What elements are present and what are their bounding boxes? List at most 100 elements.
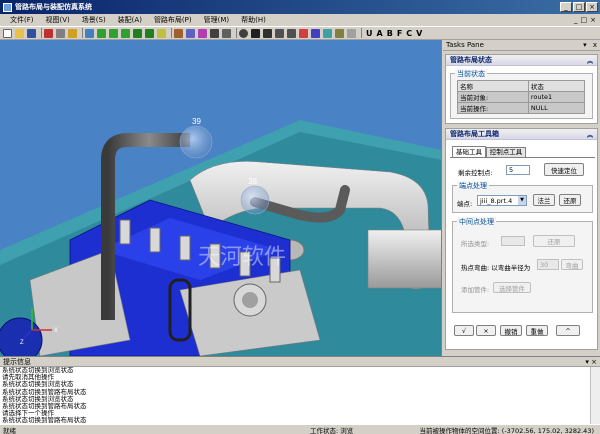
message-scrollbar[interactable] (590, 367, 600, 425)
3d-viewport[interactable]: 39 38 天河软件 X Z (0, 40, 442, 356)
watermark: 天河软件 (198, 245, 286, 270)
view-v-button[interactable]: V (416, 29, 422, 38)
cancel-button[interactable]: × (476, 325, 496, 336)
message-list[interactable]: 系统状态切换到浏览状态 请先取消其他操作 系统状态切换到浏览状态 系统状态切换到… (0, 367, 590, 425)
measure-icon[interactable] (335, 28, 344, 38)
gear-icon[interactable] (299, 28, 308, 38)
pause-icon[interactable] (275, 28, 284, 38)
tools-panel-title[interactable]: 管路布局工具箱 ︽ (446, 129, 597, 140)
undo-button[interactable]: 撤销 (500, 325, 522, 336)
scene-render[interactable]: 39 38 天河软件 X Z (0, 40, 442, 356)
tab-basic-tools[interactable]: 基础工具 (452, 146, 486, 157)
mdi-close-button[interactable]: × (590, 16, 596, 24)
type-restore-button[interactable]: 还原 (533, 235, 575, 247)
help-icon[interactable] (347, 28, 356, 38)
bend-radius-field[interactable]: 30 (537, 259, 559, 270)
toolbar-separator (171, 28, 172, 38)
message-panel-header: 提示信息 ▾ × (0, 357, 600, 367)
menu-file[interactable]: 文件(F) (4, 15, 40, 25)
cursor-icon[interactable] (85, 28, 94, 38)
tools-panel: 管路布局工具箱 ︽ 基础工具 控制点工具 剩余控制点: 5 快速定位 端点处理 … (445, 128, 598, 350)
view-b-button[interactable]: B (387, 29, 393, 38)
table-header: 名称 (457, 80, 529, 92)
pane-close-icon[interactable]: x (593, 41, 597, 49)
collapse-chevron-icon[interactable]: ︽ (587, 130, 593, 139)
globe-icon[interactable] (323, 28, 332, 38)
table-header: 状态 (527, 80, 586, 92)
control-point-38[interactable] (240, 185, 270, 215)
frame2-icon[interactable] (109, 28, 118, 38)
quick-locate-button[interactable]: 快速定位 (544, 163, 584, 176)
chevron-down-icon[interactable]: ▼ (518, 196, 526, 205)
select-pipe-button[interactable]: 选择管件 (493, 282, 531, 293)
mdi-minimize-button[interactable]: _ (574, 16, 578, 24)
key-icon[interactable] (68, 28, 77, 38)
toolbar: U A B F C V (0, 27, 600, 40)
layer-icon[interactable] (157, 28, 166, 38)
collapse-up-button[interactable]: ^ (556, 325, 580, 336)
endpoint-select[interactable]: jiii_8.prt.4 ▼ (477, 195, 527, 206)
pane-menu-icon[interactable]: ▾ (583, 41, 587, 49)
collapse-chevron-icon[interactable]: ︽ (587, 56, 593, 65)
step-icon[interactable] (287, 28, 296, 38)
view-f-button[interactable]: F (397, 29, 402, 38)
stop-icon[interactable] (263, 28, 272, 38)
tree2-icon[interactable] (145, 28, 154, 38)
new-file-icon[interactable] (3, 28, 12, 38)
endpoint-group-label: 端点处理 (457, 181, 489, 191)
redo-button[interactable]: 重做 (526, 325, 548, 336)
record-icon[interactable] (239, 28, 248, 38)
add-pipe-label: 添加管件: (461, 286, 490, 294)
view-a-button[interactable]: A (377, 29, 383, 38)
mdi-restore-button[interactable]: □ (581, 16, 588, 24)
tool-icon[interactable] (174, 28, 183, 38)
link-icon[interactable] (186, 28, 195, 38)
view-u-button[interactable]: U (366, 29, 373, 38)
menu-pipe-layout[interactable]: 管路布局(P) (148, 15, 198, 25)
menu-assembly[interactable]: 装配(A) (112, 15, 148, 25)
frame3-icon[interactable] (121, 28, 130, 38)
endpoint-group: 端点处理 端点: jiii_8.prt.4 ▼ 法兰 还原 (452, 181, 593, 213)
pipe-icon[interactable] (222, 28, 231, 38)
tree-icon[interactable] (133, 28, 142, 38)
play-icon[interactable] (251, 28, 260, 38)
confirm-button[interactable]: √ (454, 325, 474, 336)
bend-button[interactable]: 弯曲 (561, 259, 583, 270)
table-cell: 当前操作: (457, 102, 529, 114)
toolbar-separator (236, 28, 237, 38)
menu-help[interactable]: 帮助(H) (235, 15, 272, 25)
cut-icon[interactable] (44, 28, 53, 38)
control-point-39[interactable] (179, 125, 213, 159)
menu-manage[interactable]: 管理(M) (198, 15, 236, 25)
camera-icon[interactable] (210, 28, 219, 38)
state-panel: 管路布局状态 ︽ 当前状态 名称 状态 当前对象: route1 当前操作: N… (445, 54, 598, 124)
table-cell: 当前对象: (457, 91, 529, 103)
target-icon[interactable] (198, 28, 207, 38)
message-panel-close-icon[interactable]: ▾ × (585, 358, 597, 366)
message-line: 请选择下一个操作 (2, 409, 54, 418)
flange-button[interactable]: 法兰 (533, 194, 555, 206)
grid-icon[interactable] (311, 28, 320, 38)
remaining-points-field[interactable]: 5 (506, 165, 530, 175)
title-bar: 管路布局与装配仿真系统 _ □ × (0, 0, 600, 14)
view-c-button[interactable]: C (406, 29, 412, 38)
restore-endpoint-button[interactable]: 还原 (559, 194, 581, 206)
open-folder-icon[interactable] (15, 28, 24, 38)
maximize-button[interactable]: □ (573, 2, 585, 12)
menu-view[interactable]: 视图(V) (40, 15, 76, 25)
frame-icon[interactable] (97, 28, 106, 38)
window-title: 管路布局与装配仿真系统 (15, 3, 92, 11)
state-table: 名称 状态 当前对象: route1 当前操作: NULL (457, 80, 586, 114)
tasks-pane-title: Tasks Pane (446, 41, 484, 49)
state-panel-title[interactable]: 管路布局状态 ︽ (446, 55, 597, 66)
svg-text:Z: Z (20, 340, 24, 346)
tab-control-point-tools[interactable]: 控制点工具 (486, 147, 526, 157)
close-button[interactable]: × (586, 2, 598, 12)
wand-icon[interactable] (56, 28, 65, 38)
menu-scene[interactable]: 场景(S) (76, 15, 112, 25)
tasks-pane-header: Tasks Pane ▾ x (443, 40, 600, 51)
save-icon[interactable] (27, 28, 36, 38)
minimize-button[interactable]: _ (560, 2, 572, 12)
message-line: 系统状态切换到浏览状态 (2, 367, 74, 374)
app-icon (3, 2, 12, 12)
